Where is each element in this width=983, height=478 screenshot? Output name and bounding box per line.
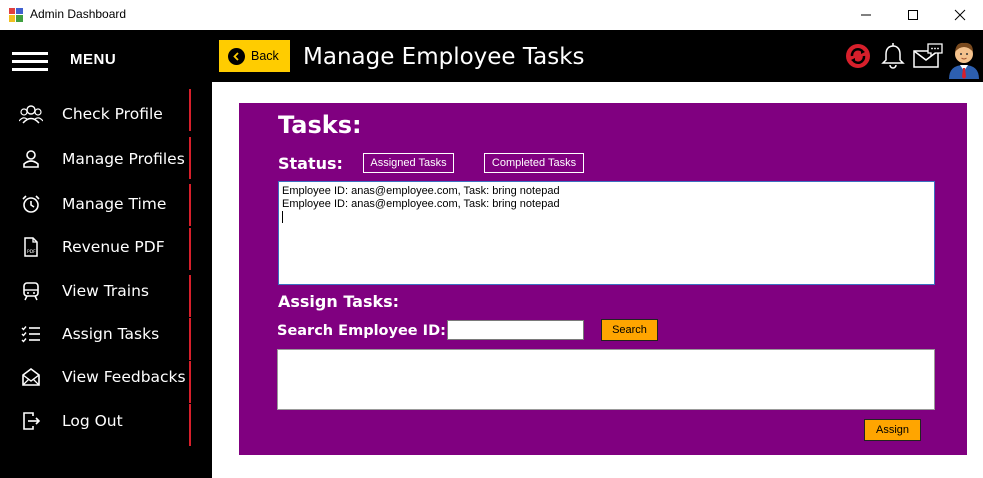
refresh-icon[interactable] <box>844 42 872 70</box>
search-button[interactable]: Search <box>601 319 658 341</box>
divider <box>189 361 191 403</box>
feedback-mail-icon <box>19 365 43 389</box>
back-button[interactable]: Back <box>219 40 290 72</box>
bell-icon[interactable] <box>881 43 905 69</box>
sidebar-item-assign-tasks[interactable]: Assign Tasks <box>0 313 192 355</box>
sidebar-item-label: Check Profile <box>62 105 163 123</box>
assign-tasks-heading: Assign Tasks: <box>278 292 400 311</box>
task-line: Employee ID: anas@employee.com, Task: br… <box>282 185 560 197</box>
divider <box>189 184 191 226</box>
sidebar-item-manage-profiles[interactable]: Manage Profiles <box>0 138 192 180</box>
minimize-icon <box>861 14 871 16</box>
close-button[interactable] <box>937 0 983 30</box>
title-bar <box>0 0 983 30</box>
assign-button[interactable]: Assign <box>864 419 921 441</box>
completed-tasks-button[interactable]: Completed Tasks <box>484 153 584 173</box>
messages-icon[interactable] <box>913 43 943 69</box>
maximize-icon <box>908 10 918 20</box>
sidebar-item-label: View Feedbacks <box>62 368 186 386</box>
divider <box>189 275 191 317</box>
task-line: Employee ID: anas@employee.com, Task: br… <box>282 198 560 210</box>
divider <box>189 404 191 446</box>
assigned-tasks-button[interactable]: Assigned Tasks <box>363 153 454 173</box>
sidebar-item-label: Manage Profiles <box>62 150 185 168</box>
tasks-textbox[interactable]: Employee ID: anas@employee.com, Task: br… <box>278 181 935 285</box>
sidebar-item-log-out[interactable]: Log Out <box>0 400 192 442</box>
minimize-button[interactable] <box>843 0 889 30</box>
hamburger-menu-icon[interactable] <box>12 52 48 72</box>
back-arrow-icon <box>228 47 245 65</box>
pdf-file-icon: PDF <box>19 235 43 259</box>
tasks-heading: Tasks: <box>278 111 362 139</box>
divider <box>189 318 191 360</box>
alarm-clock-icon <box>19 192 43 216</box>
maximize-button[interactable] <box>890 0 936 30</box>
logout-icon <box>19 409 43 433</box>
sidebar-item-check-profile[interactable]: Check Profile <box>0 93 192 135</box>
app-icon <box>9 8 23 22</box>
window-title: Admin Dashboard <box>30 7 127 21</box>
sidebar-item-label: Manage Time <box>62 195 167 213</box>
text-caret <box>282 211 283 223</box>
search-employee-id-input[interactable] <box>447 320 584 340</box>
sidebar-item-label: View Trains <box>62 282 149 300</box>
avatar[interactable] <box>947 37 981 79</box>
status-label: Status: <box>278 154 343 173</box>
sidebar-item-manage-time[interactable]: Manage Time <box>0 183 192 225</box>
search-employee-id-label: Search Employee ID: <box>277 323 446 339</box>
sidebar-item-label: Log Out <box>62 412 123 430</box>
divider <box>189 228 191 270</box>
sidebar-item-view-feedbacks[interactable]: View Feedbacks <box>0 356 192 398</box>
people-group-icon <box>19 102 43 126</box>
assign-task-textbox[interactable] <box>277 349 935 410</box>
sidebar-item-label: Assign Tasks <box>62 325 160 343</box>
divider <box>189 137 191 179</box>
close-icon <box>954 9 966 21</box>
divider <box>189 89 191 131</box>
train-icon <box>19 279 43 303</box>
back-label: Back <box>251 49 279 63</box>
user-icon <box>19 147 43 171</box>
page-title: Manage Employee Tasks <box>303 44 585 70</box>
sidebar-item-label: Revenue PDF <box>62 238 165 256</box>
task-list-icon <box>19 322 43 346</box>
svg-text:PDF: PDF <box>27 249 36 255</box>
sidebar-item-revenue-pdf[interactable]: PDF Revenue PDF <box>0 226 192 268</box>
sidebar-item-view-trains[interactable]: View Trains <box>0 270 192 312</box>
menu-title: MENU <box>70 51 117 68</box>
